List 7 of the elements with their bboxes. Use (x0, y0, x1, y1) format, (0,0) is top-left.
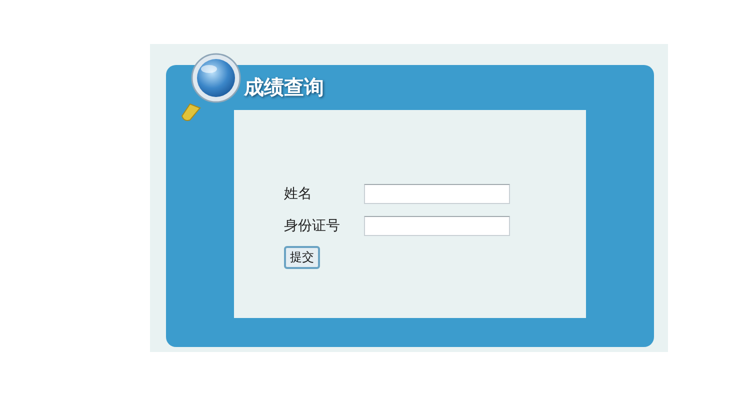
page-title: 成绩查询 (244, 74, 324, 101)
magnifier-icon (180, 52, 242, 124)
submit-button[interactable]: 提交 (284, 246, 320, 269)
input-field[interactable] (364, 216, 510, 236)
field-label: 身份证号 (284, 217, 341, 235)
field-label: 姓名 (284, 185, 313, 203)
input-field[interactable] (364, 184, 510, 204)
